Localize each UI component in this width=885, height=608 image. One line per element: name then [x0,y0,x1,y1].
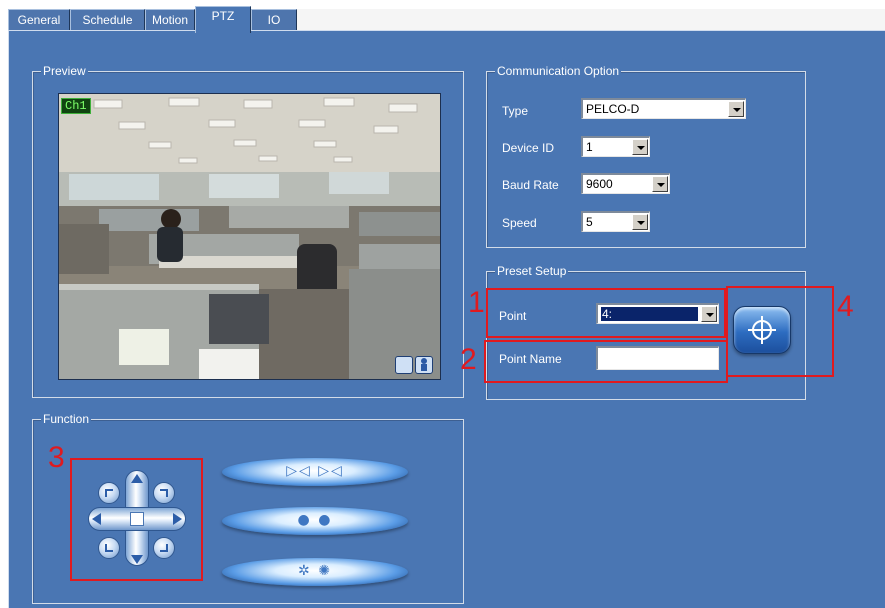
point-label: Point [499,309,527,323]
baud-rate-select[interactable]: 9600 [581,173,670,194]
point-name-input[interactable] [596,346,719,370]
arrow-down-right-icon [160,544,168,552]
preview-group-title: Preview [41,64,88,78]
type-select[interactable]: PELCO-D [581,98,746,119]
speed-select[interactable]: 5 [581,211,650,232]
annotation-number-2: 2 [460,343,477,376]
tab-ptz[interactable]: PTZ [195,6,251,33]
type-select-value: PELCO-D [586,102,640,116]
focus-control[interactable]: ● ● [222,507,408,535]
point-name-label: Point Name [499,352,562,366]
chevron-down-icon[interactable] [632,139,648,155]
record-person-icon[interactable] [415,356,433,374]
office-scene-illustration [59,94,440,379]
communication-option-title: Communication Option [495,64,622,78]
speed-select-value: 5 [586,215,593,229]
annotation-number-4: 4 [837,290,854,323]
function-group-title: Function [41,412,92,426]
pan-right-button[interactable] [173,513,182,525]
pan-down-left-button[interactable] [98,537,120,559]
point-select[interactable]: 4: [596,303,719,324]
pan-up-right-button[interactable] [153,482,175,504]
chevron-down-icon[interactable] [632,214,648,230]
tab-motion[interactable]: Motion [145,9,195,30]
preset-setup-title: Preset Setup [495,264,569,278]
point-select-value: 4: [601,307,698,321]
baud-rate-select-value: 9600 [586,177,613,191]
chevron-down-icon[interactable] [652,176,668,192]
device-id-label: Device ID [502,141,555,155]
zoom-control[interactable]: ▷◁ ▷◁ [222,458,408,486]
snapshot-icon[interactable] [395,356,413,374]
set-preset-button[interactable] [733,306,791,354]
pan-up-button[interactable] [131,474,143,483]
pan-down-button[interactable] [131,555,143,564]
camera-preview-image: Ch1 [58,93,441,380]
iris-icon: ✲ ✺ [298,563,332,579]
tab-general[interactable]: General [8,9,70,30]
iris-control[interactable]: ✲ ✺ [222,558,408,586]
pan-left-button[interactable] [92,513,101,525]
ptz-settings-window: General Schedule Motion PTZ IO Preview C… [0,0,885,608]
pan-down-right-button[interactable] [153,537,175,559]
tab-strip: General Schedule Motion PTZ IO [8,6,885,33]
type-label: Type [502,104,529,118]
focus-dots-icon: ● ● [297,512,333,528]
device-id-select-value: 1 [586,140,593,154]
arrow-down-left-icon [105,544,113,552]
speed-label: Speed [502,216,537,230]
tab-schedule[interactable]: Schedule [70,9,145,30]
zoom-arrows-icon: ▷◁ ▷◁ [286,463,344,479]
channel-label: Ch1 [61,98,91,114]
annotation-number-1: 1 [468,286,485,319]
device-id-select[interactable]: 1 [581,136,650,157]
chevron-down-icon[interactable] [728,101,744,117]
chevron-down-icon[interactable] [701,306,717,322]
arrow-up-left-icon [105,489,113,497]
tab-io[interactable]: IO [251,9,297,30]
annotation-number-3: 3 [48,441,65,474]
arrow-up-right-icon [160,489,168,497]
ptz-home-button[interactable] [130,512,144,526]
crosshair-icon [748,316,776,344]
baud-rate-label: Baud Rate [502,178,559,192]
pan-up-left-button[interactable] [98,482,120,504]
